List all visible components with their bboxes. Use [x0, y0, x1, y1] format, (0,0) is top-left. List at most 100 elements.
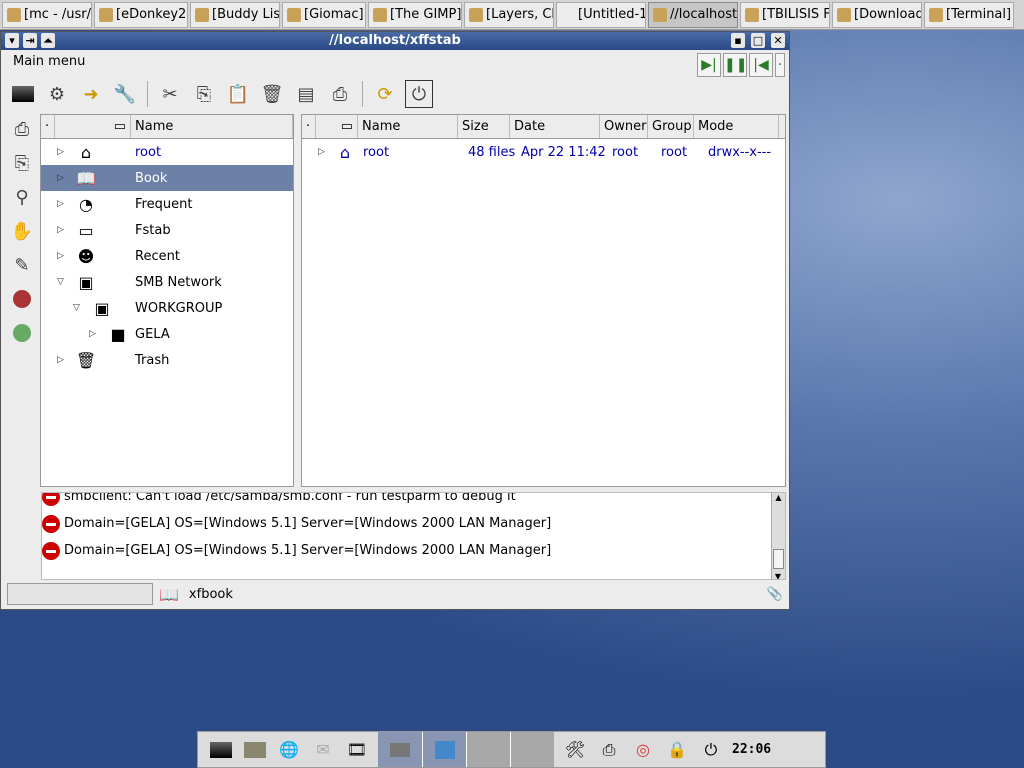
log-line: Domain=[GELA] OS=[Windows 5.1] Server=[W…: [42, 510, 785, 537]
tree-item[interactable]: ▷ ☻ Recent: [41, 243, 293, 269]
tree-item[interactable]: ▷ ⌂ root: [41, 139, 293, 165]
column-header[interactable]: Size: [458, 115, 510, 138]
column-header[interactable]: Name: [358, 115, 458, 138]
tree-pane: · ▭ Name ▷ ⌂ root ▷ 📖 Book ▷ ◔ Frequent ▷ ▭ Fstab ▷ ☻ Re…: [40, 114, 294, 487]
hand-side-icon[interactable]: ✋: [9, 218, 35, 244]
terminal-launcher[interactable]: [208, 738, 234, 762]
task-button[interactable]: [The GIMP]: [368, 2, 462, 28]
tree-header-name[interactable]: Name: [131, 115, 293, 138]
column-header[interactable]: Mode: [694, 115, 779, 138]
tree-item[interactable]: ▷ ■ GELA: [41, 321, 293, 347]
error-icon: [42, 514, 60, 533]
pause-button[interactable]: ❚❚: [723, 53, 747, 77]
window-menu-icon[interactable]: ▾: [5, 33, 19, 48]
task-label: [Download: [854, 7, 922, 22]
log-scrollbar[interactable]: ▲ ▼: [771, 493, 785, 579]
workspace-4[interactable]: [510, 732, 554, 767]
task-label: [Giomac]: [304, 7, 364, 22]
tree-item[interactable]: ▷ 📖 Book: [41, 165, 293, 191]
settings-launcher[interactable]: 🛠: [562, 738, 588, 762]
collapse-icon[interactable]: ▽: [57, 277, 64, 287]
workspace-2[interactable]: [422, 732, 466, 767]
task-button[interactable]: [mc - /usr/s: [2, 2, 92, 28]
terminal-button[interactable]: [9, 80, 37, 108]
tools-button[interactable]: 🔧: [111, 80, 139, 108]
go-back-button[interactable]: |◀: [749, 53, 773, 77]
expand-icon[interactable]: ▷: [57, 173, 64, 183]
column-header[interactable]: Group: [648, 115, 694, 138]
attach-icon[interactable]: 📎: [767, 587, 783, 602]
folder-icon: [653, 8, 667, 22]
expand-icon[interactable]: ▷: [318, 147, 325, 157]
task-button[interactable]: [Giomac]: [282, 2, 366, 28]
browser-launcher[interactable]: 🌐: [276, 738, 302, 762]
maximize-button[interactable]: □: [751, 33, 765, 48]
expand-icon[interactable]: ▷: [89, 329, 96, 339]
main-menu[interactable]: Main menu: [13, 54, 85, 69]
tree-item-label: Recent: [135, 248, 180, 264]
column-header[interactable]: Date: [510, 115, 600, 138]
printer-launcher[interactable]: ⎙: [596, 738, 622, 762]
task-label: [Buddy List: [212, 7, 280, 22]
red-ball-icon[interactable]: [9, 286, 35, 312]
task-button[interactable]: [TBILISIS FC: [740, 2, 830, 28]
task-button[interactable]: [Untitled-1.(: [556, 2, 646, 28]
task-button[interactable]: [Download: [832, 2, 922, 28]
task-button[interactable]: [eDonkey2(: [94, 2, 188, 28]
workspace-1[interactable]: [378, 732, 422, 767]
cut-button[interactable]: ✂: [156, 80, 184, 108]
expand-icon[interactable]: ▷: [57, 199, 64, 209]
go-to-button[interactable]: ➜: [77, 80, 105, 108]
tree-item[interactable]: ▷ 🗑 Trash: [41, 347, 293, 373]
task-button[interactable]: [Terminal]: [924, 2, 1014, 28]
tree-item-label: Fstab: [135, 222, 171, 238]
file-manager-launcher[interactable]: [242, 738, 268, 762]
network-side-icon[interactable]: ⚲: [9, 184, 35, 210]
tree-item[interactable]: ▽ ▣ WORKGROUP: [41, 295, 293, 321]
power-button[interactable]: ⏻: [405, 80, 433, 108]
multimedia-launcher[interactable]: 🎞: [344, 738, 370, 762]
help-launcher[interactable]: ◎: [630, 738, 656, 762]
clock: 22:06: [732, 742, 772, 757]
mail-launcher[interactable]: ✉: [310, 738, 336, 762]
workspace-3[interactable]: [466, 732, 510, 767]
book-icon: 📖: [159, 584, 179, 604]
title-bar[interactable]: ▾ ⇥ ⏶ //localhost/xffstab ▪ □ ✕: [1, 32, 789, 50]
print-side-icon[interactable]: ⎙: [9, 116, 35, 142]
go-forward-button[interactable]: ▶|: [697, 53, 721, 77]
close-button[interactable]: ✕: [771, 33, 785, 48]
tree-item[interactable]: ▷ ▭ Fstab: [41, 217, 293, 243]
lock-icon[interactable]: 🔒: [664, 738, 690, 762]
file-row[interactable]: ▷ ⌂ root 48 files Apr 22 11:42 root root drwx--…: [302, 139, 785, 165]
minimize-button[interactable]: ▪: [731, 33, 745, 48]
drive-icon: ▭: [78, 220, 94, 240]
expand-icon[interactable]: ▷: [57, 355, 64, 365]
green-ball-icon[interactable]: [9, 320, 35, 346]
copy-side-icon[interactable]: ⎘: [9, 150, 35, 176]
buddy-icon: [195, 8, 209, 22]
task-label: [Terminal]: [946, 7, 1012, 22]
shade-icon[interactable]: ⏶: [41, 33, 55, 48]
stick-icon[interactable]: ⇥: [23, 33, 37, 48]
settings-button[interactable]: ⚙: [43, 80, 71, 108]
tree-item[interactable]: ▽ ▣ SMB Network: [41, 269, 293, 295]
edit-side-icon[interactable]: ✎: [9, 252, 35, 278]
collapse-icon[interactable]: ▽: [73, 303, 80, 313]
task-button[interactable]: //localhost/:: [648, 2, 738, 28]
paste-button[interactable]: 📋: [224, 80, 252, 108]
task-button[interactable]: [Buddy List: [190, 2, 280, 28]
properties-button[interactable]: ▤: [292, 80, 320, 108]
expand-icon[interactable]: ▷: [57, 251, 64, 261]
print-button[interactable]: ⎙: [326, 80, 354, 108]
expand-icon[interactable]: ▷: [57, 225, 64, 235]
expand-icon[interactable]: ▷: [57, 147, 64, 157]
cell-name: root: [363, 144, 390, 160]
column-header[interactable]: Owner: [600, 115, 648, 138]
refresh-button[interactable]: ⟳: [371, 80, 399, 108]
more-button[interactable]: ·: [775, 53, 785, 77]
task-button[interactable]: [Layers, Ch: [464, 2, 554, 28]
copy-button[interactable]: ⎘: [190, 80, 218, 108]
delete-button[interactable]: 🗑: [258, 80, 286, 108]
power-icon[interactable]: ⏻: [698, 738, 724, 762]
tree-item[interactable]: ▷ ◔ Frequent: [41, 191, 293, 217]
